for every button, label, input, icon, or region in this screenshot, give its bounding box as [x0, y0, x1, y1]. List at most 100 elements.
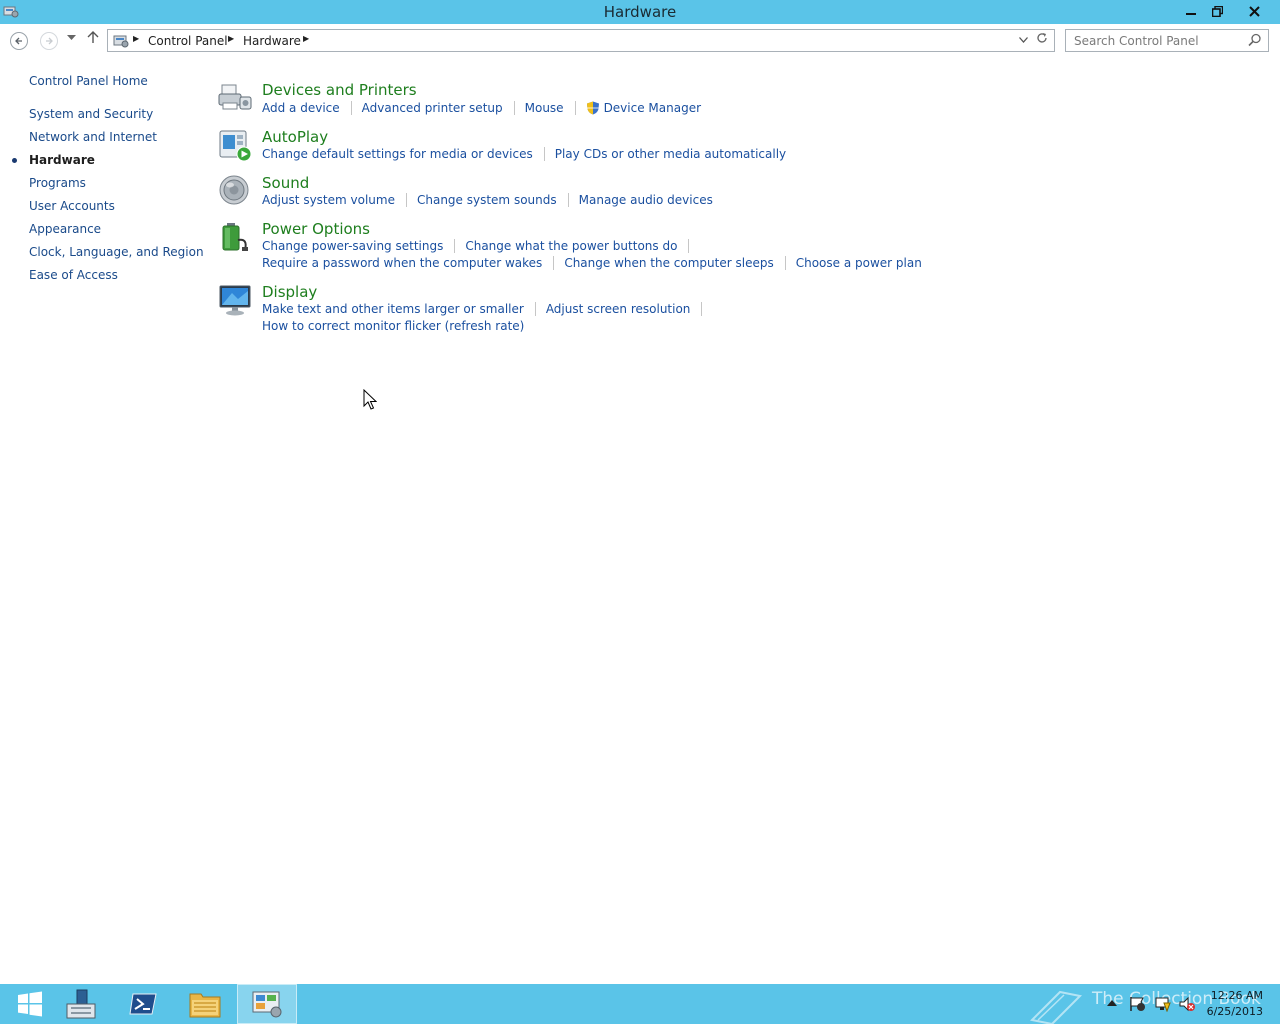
speaker-icon[interactable]: [218, 174, 252, 208]
clock[interactable]: 12:26 AM 6/25/2013: [1207, 988, 1263, 1020]
close-icon: [1248, 5, 1260, 17]
sidebar-item-ease-of-access[interactable]: Ease of Access: [29, 268, 118, 282]
restore-icon: [1211, 5, 1223, 17]
autoplay-icon[interactable]: [218, 128, 252, 162]
chevron-down-icon: [67, 35, 76, 40]
category-title-sound[interactable]: Sound: [262, 174, 309, 192]
control-panel-taskbar-button[interactable]: [237, 984, 297, 1024]
network-tray-button[interactable]: [1154, 996, 1172, 1015]
change-sleep-settings-link[interactable]: Change when the computer sleeps: [564, 256, 773, 270]
task-row: Change power-saving settings Change what …: [262, 239, 699, 253]
refresh-button[interactable]: [1036, 32, 1048, 48]
uac-shield-icon: [586, 101, 599, 115]
divider: [701, 302, 703, 316]
search-box[interactable]: [1065, 29, 1269, 52]
task-row: How to correct monitor flicker (refresh …: [262, 319, 524, 333]
current-page-bullet: [12, 158, 17, 163]
choose-power-plan-link[interactable]: Choose a power plan: [796, 256, 922, 270]
powershell-button[interactable]: [113, 984, 173, 1024]
minimize-icon: [1186, 13, 1196, 15]
manage-audio-devices-link[interactable]: Manage audio devices: [579, 193, 713, 207]
change-power-saving-settings-link[interactable]: Change power-saving settings: [262, 239, 443, 253]
adjust-system-volume-link[interactable]: Adjust system volume: [262, 193, 395, 207]
breadcrumb-separator-icon[interactable]: ▶: [228, 34, 234, 43]
play-cds-automatically-link[interactable]: Play CDs or other media automatically: [555, 147, 786, 161]
taskbar: The Collection Book 12:26 AM 6/25/2013: [0, 984, 1280, 1024]
divider: [534, 302, 536, 316]
device-manager-link[interactable]: Device Manager: [604, 101, 701, 115]
breadcrumb-separator-icon[interactable]: ▶: [303, 34, 309, 43]
change-power-buttons-link[interactable]: Change what the power buttons do: [465, 239, 677, 253]
task-row: Change default settings for media or dev…: [262, 147, 786, 161]
category-title-power-options[interactable]: Power Options: [262, 220, 370, 238]
sidebar-item-clock-language-region[interactable]: Clock, Language, and Region: [29, 245, 204, 259]
category-title-display[interactable]: Display: [262, 283, 317, 301]
forward-arrow-icon: [46, 37, 53, 45]
monitor-icon[interactable]: [218, 283, 252, 317]
monitor-flicker-help-link[interactable]: How to correct monitor flicker (refresh …: [262, 319, 524, 333]
search-input[interactable]: [1066, 30, 1246, 51]
advanced-printer-setup-link[interactable]: Advanced printer setup: [362, 101, 503, 115]
task-row: Require a password when the computer wak…: [262, 256, 922, 270]
mouse-cursor-icon: [363, 389, 377, 410]
volume-muted-icon: [1179, 996, 1195, 1012]
show-hidden-icons-button[interactable]: [1107, 996, 1117, 1010]
flag-icon: [1130, 997, 1145, 1011]
category-title-autoplay[interactable]: AutoPlay: [262, 128, 328, 146]
change-system-sounds-link[interactable]: Change system sounds: [417, 193, 557, 207]
sidebar-item-network-and-internet[interactable]: Network and Internet: [29, 130, 157, 144]
chevron-up-icon: [1107, 1000, 1117, 1006]
category-title-devices-and-printers[interactable]: Devices and Printers: [262, 81, 417, 99]
breadcrumb-separator-icon[interactable]: ▶: [133, 34, 139, 43]
divider: [543, 147, 545, 161]
minimize-button[interactable]: [1178, 0, 1204, 22]
task-row: Add a device Advanced printer setup Mouse …: [262, 101, 701, 115]
address-bar[interactable]: ▶ Control Panel ▶ Hardware ▶: [107, 29, 1055, 52]
recent-locations-button[interactable]: [67, 33, 76, 44]
up-arrow-icon: [87, 31, 99, 43]
sidebar-item-programs[interactable]: Programs: [29, 176, 86, 190]
title-bar: Hardware: [0, 0, 1280, 24]
change-default-media-settings-link[interactable]: Change default settings for media or dev…: [262, 147, 533, 161]
up-button[interactable]: [87, 30, 99, 48]
volume-tray-button[interactable]: [1178, 996, 1196, 1015]
windows-logo-icon: [18, 991, 42, 1017]
divider: [784, 256, 786, 270]
chevron-down-icon: [1019, 37, 1028, 43]
control-panel-icon: [252, 991, 282, 1018]
clock-time: 12:26 AM: [1210, 989, 1263, 1002]
file-explorer-button[interactable]: [175, 984, 235, 1024]
mouse-link[interactable]: Mouse: [525, 101, 564, 115]
printer-icon[interactable]: [218, 81, 252, 115]
control-panel-home-link[interactable]: Control Panel Home: [29, 74, 148, 88]
divider: [574, 101, 576, 115]
restore-button[interactable]: [1204, 0, 1230, 22]
divider: [405, 193, 407, 207]
make-text-larger-link[interactable]: Make text and other items larger or smal…: [262, 302, 524, 316]
sidebar-item-user-accounts[interactable]: User Accounts: [29, 199, 115, 213]
folder-icon: [189, 993, 221, 1018]
search-icon[interactable]: [1248, 33, 1262, 47]
window-title: Hardware: [603, 3, 677, 21]
add-a-device-link[interactable]: Add a device: [262, 101, 340, 115]
require-password-on-wake-link[interactable]: Require a password when the computer wak…: [262, 256, 542, 270]
close-button[interactable]: [1231, 0, 1277, 22]
divider: [688, 239, 690, 253]
back-arrow-icon: [15, 37, 22, 45]
forward-button[interactable]: [40, 32, 58, 50]
server-manager-button[interactable]: [50, 984, 110, 1024]
back-button[interactable]: [10, 32, 28, 50]
action-center-tray-button[interactable]: [1129, 996, 1147, 1015]
adjust-screen-resolution-link[interactable]: Adjust screen resolution: [546, 302, 691, 316]
sidebar-item-appearance[interactable]: Appearance: [29, 222, 101, 236]
divider: [454, 239, 456, 253]
task-row: Adjust system volume Change system sounds…: [262, 193, 713, 207]
sidebar-item-system-and-security[interactable]: System and Security: [29, 107, 153, 121]
clock-date: 6/25/2013: [1206, 1005, 1263, 1018]
breadcrumb-control-panel[interactable]: Control Panel: [148, 34, 228, 48]
battery-icon[interactable]: [218, 220, 252, 254]
network-icon: [1155, 997, 1171, 1013]
address-history-dropdown[interactable]: [1019, 33, 1028, 46]
breadcrumb-hardware[interactable]: Hardware: [243, 34, 301, 48]
control-panel-icon: [113, 35, 129, 48]
